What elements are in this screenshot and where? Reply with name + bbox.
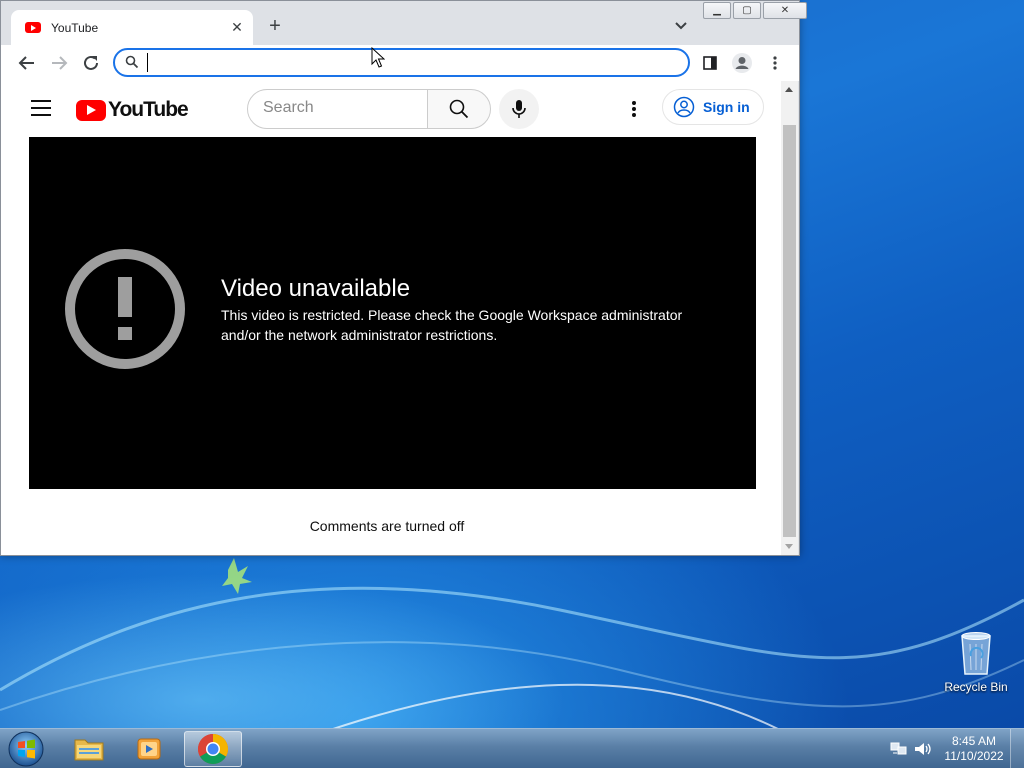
profile-icon bbox=[732, 53, 752, 73]
tab-strip: YouTube ✕ + ▁ ▢ ✕ bbox=[1, 1, 807, 45]
scroll-down-arrow-icon[interactable] bbox=[785, 544, 793, 549]
taskbar: 8:45 AM 11/10/2022 bbox=[0, 728, 1024, 768]
browser-menu-button[interactable] bbox=[763, 51, 787, 75]
page-scrollbar[interactable] bbox=[781, 81, 798, 555]
desktop-icon-recycle-bin[interactable]: Recycle Bin bbox=[940, 630, 1012, 694]
youtube-favicon-icon bbox=[25, 22, 41, 33]
search-input[interactable] bbox=[263, 90, 423, 126]
side-panel-button[interactable] bbox=[698, 51, 722, 75]
taskbar-chrome[interactable] bbox=[184, 731, 242, 767]
kebab-dot bbox=[632, 107, 636, 111]
taskbar-clock[interactable]: 8:45 AM 11/10/2022 bbox=[938, 734, 1010, 764]
tab-close-icon[interactable]: ✕ bbox=[229, 19, 245, 36]
sign-in-button[interactable]: Sign in bbox=[662, 89, 764, 125]
browser-toolbar bbox=[1, 45, 799, 81]
sign-in-label: Sign in bbox=[703, 99, 750, 115]
youtube-logo[interactable]: YouTube bbox=[76, 98, 189, 122]
voice-search-button[interactable] bbox=[499, 89, 539, 129]
hamburger-bar bbox=[31, 114, 51, 116]
hamburger-bar bbox=[31, 107, 51, 109]
error-title: Video unavailable bbox=[221, 275, 411, 302]
tab-title: YouTube bbox=[51, 20, 99, 35]
wallpaper-swoosh bbox=[0, 558, 1024, 728]
volume-icon[interactable] bbox=[914, 741, 932, 757]
maximize-button[interactable]: ▢ bbox=[733, 2, 761, 19]
kebab-menu-icon bbox=[773, 56, 777, 70]
window-controls: ▁ ▢ ✕ bbox=[703, 2, 809, 19]
media-player-icon bbox=[137, 738, 161, 760]
recycle-bin-icon bbox=[961, 632, 991, 675]
forward-button[interactable] bbox=[47, 51, 71, 75]
close-window-button[interactable]: ✕ bbox=[763, 2, 807, 19]
reload-icon bbox=[84, 55, 98, 70]
taskbar-file-explorer[interactable] bbox=[60, 731, 118, 767]
alert-icon bbox=[65, 249, 185, 369]
video-player[interactable]: Video unavailable This video is restrict… bbox=[29, 137, 756, 489]
scroll-thumb[interactable] bbox=[783, 125, 796, 537]
arrow-left-icon bbox=[18, 56, 34, 70]
comments-status-text: Comments are turned off bbox=[309, 518, 465, 534]
search-field[interactable] bbox=[247, 89, 428, 129]
kebab-dot bbox=[632, 101, 636, 105]
new-tab-button[interactable]: + bbox=[265, 15, 285, 37]
search-icon bbox=[125, 55, 139, 69]
chrome-icon bbox=[197, 734, 229, 765]
youtube-play-icon bbox=[76, 99, 106, 121]
start-orb-icon[interactable] bbox=[6, 730, 46, 768]
tab-search-chevron-icon[interactable] bbox=[671, 15, 691, 35]
search-icon bbox=[449, 99, 469, 119]
mouse-cursor-icon bbox=[371, 47, 385, 68]
youtube-page: YouTube Search Sign in Video unavailable… bbox=[1, 81, 781, 555]
tab-youtube[interactable]: YouTube ✕ bbox=[11, 10, 253, 45]
comments-status: Comments are turned off bbox=[1, 518, 781, 534]
clock-date: 11/10/2022 bbox=[944, 749, 1004, 763]
arrow-right-icon bbox=[52, 56, 68, 70]
browser-window: YouTube ✕ + ▁ ▢ ✕ YouTube Search Sign in… bbox=[0, 0, 807, 556]
back-button[interactable] bbox=[15, 51, 39, 75]
youtube-header: YouTube Search Sign in bbox=[1, 81, 781, 137]
taskbar-media-player[interactable] bbox=[120, 731, 178, 767]
system-tray: 8:45 AM 11/10/2022 bbox=[884, 729, 1024, 768]
address-bar[interactable] bbox=[113, 48, 690, 77]
kebab-dot bbox=[632, 113, 636, 117]
error-message: This video is restricted. Please check t… bbox=[221, 307, 683, 343]
settings-menu-button[interactable] bbox=[623, 97, 645, 121]
scroll-up-arrow-icon[interactable] bbox=[785, 87, 793, 92]
search-button[interactable] bbox=[427, 89, 491, 129]
network-icon[interactable] bbox=[890, 741, 908, 757]
show-desktop-button[interactable] bbox=[1010, 729, 1024, 768]
desktop-icon-label: Recycle Bin bbox=[944, 680, 1008, 694]
hamburger-bar bbox=[31, 100, 51, 102]
clock-time: 8:45 AM bbox=[951, 734, 997, 748]
profile-button[interactable] bbox=[730, 51, 754, 75]
side-panel-icon bbox=[703, 56, 717, 70]
file-explorer-icon bbox=[74, 739, 104, 761]
account-circle-icon bbox=[673, 96, 695, 118]
youtube-logo-text: YouTube bbox=[108, 98, 189, 121]
guide-menu-button[interactable] bbox=[31, 100, 51, 116]
address-input[interactable] bbox=[147, 53, 667, 72]
reload-button[interactable] bbox=[79, 51, 103, 75]
minimize-button[interactable]: ▁ bbox=[703, 2, 731, 19]
microphone-icon bbox=[512, 100, 526, 118]
